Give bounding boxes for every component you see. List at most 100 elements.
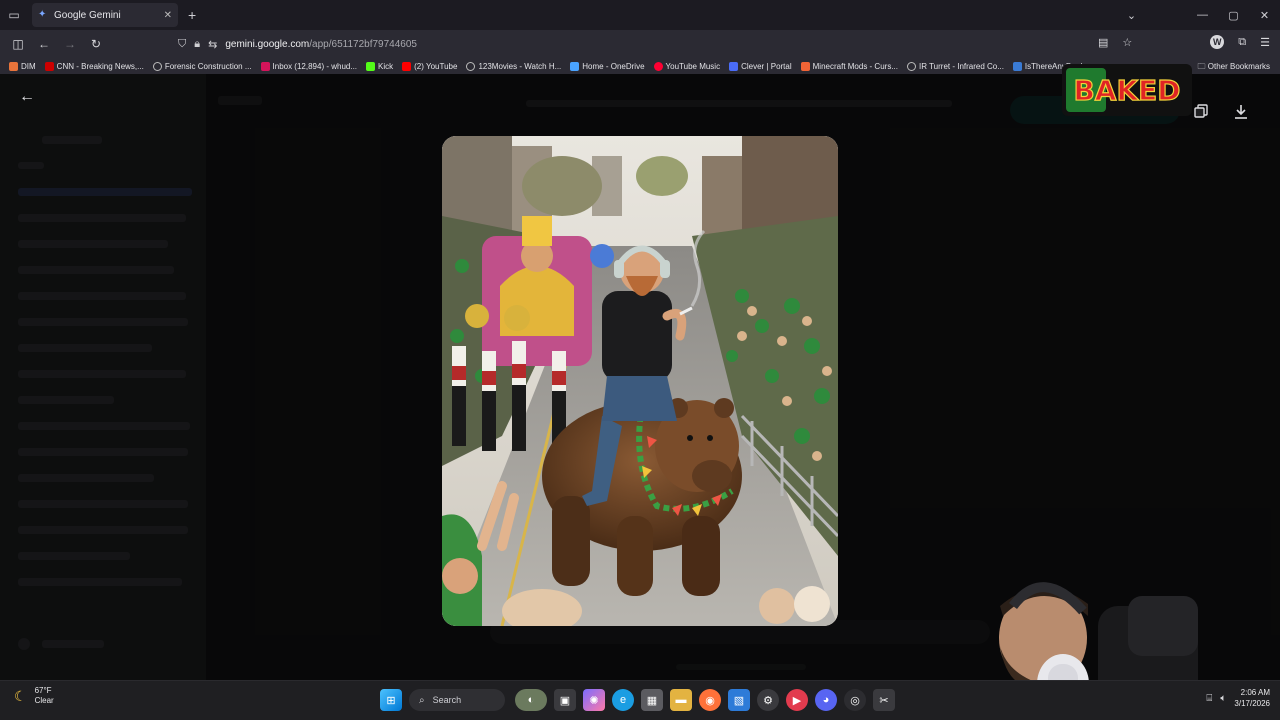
- lock-icon[interactable]: 🔒︎: [194, 38, 200, 51]
- bookmark-label: Home - OneDrive: [582, 61, 645, 71]
- bookmark-item[interactable]: DIM: [9, 61, 36, 71]
- photos-icon[interactable]: ▧: [728, 689, 750, 711]
- browser-nav-bar: ◫ ← → ↻ ⛉ 🔒︎ ⇆ gemini.google.com /app/65…: [0, 30, 1280, 58]
- new-tab-button[interactable]: +: [188, 7, 196, 23]
- bookmark-label: Kick: [378, 61, 394, 71]
- globe-icon: [152, 61, 162, 71]
- weather-desc: Clear: [34, 696, 54, 705]
- shield-icon[interactable]: ⛉: [178, 38, 186, 51]
- windows-start-icon[interactable]: ⊞: [380, 689, 402, 711]
- taskbar-apps: ⊞ ⌕ Search ◐ ▣ ✺ e ▦ ▬ ◉ ▧ ⚙ ▶ ◕ ◎ ✂: [380, 689, 902, 711]
- bookmark-favicon-icon: [366, 61, 376, 71]
- close-window-button[interactable]: ✕: [1249, 9, 1280, 22]
- other-bookmarks[interactable]: 🗀︎ Other Bookmarks: [1198, 61, 1270, 74]
- task-view-icon[interactable]: ▣: [554, 689, 576, 711]
- forward-button[interactable]: →: [58, 37, 82, 51]
- toolbar-right: ▤ ☆ W ⧉ ☰: [1098, 35, 1270, 49]
- system-tray: ⌸ 🔈︎ 2:06 AM 3/17/2026: [1206, 687, 1270, 709]
- bookmark-label: CNN - Breaking News,...: [56, 61, 144, 71]
- download-icon[interactable]: [1234, 104, 1248, 120]
- bookmark-star-icon[interactable]: ☆: [1122, 36, 1132, 49]
- sidebar-icon[interactable]: ◫: [6, 37, 30, 51]
- file-explorer-icon[interactable]: ▬: [670, 689, 692, 711]
- parade-bear-image: [442, 136, 838, 626]
- baked-logo: BAKED: [1062, 64, 1192, 116]
- copy-icon[interactable]: [1194, 104, 1208, 118]
- bookmark-favicon-icon: [9, 61, 18, 71]
- clock-date: 3/17/2026: [1234, 699, 1270, 708]
- folder-icon: 🗀︎: [1197, 62, 1208, 71]
- bookmark-favicon-icon: [729, 61, 739, 71]
- bookmark-item[interactable]: YouTube Music: [653, 61, 721, 71]
- generated-image[interactable]: [442, 136, 838, 626]
- taskbar-search[interactable]: ⌕ Search: [409, 689, 505, 711]
- bookmark-label: (2) YouTube: [414, 61, 458, 71]
- search-icon: ⌕: [419, 694, 425, 706]
- bookmark-favicon-icon: [570, 61, 580, 71]
- bookmark-item[interactable]: Forensic Construction ...: [152, 61, 252, 71]
- screen: ▭ ✦ Google Gemini ✕ + ⌄ — ▢ ✕ ◫ ← → ↻ ⛉ …: [0, 0, 1280, 720]
- bookmark-label: YouTube Music: [665, 61, 721, 71]
- volume-icon[interactable]: 🔈︎: [1220, 693, 1226, 704]
- tab-title: Google Gemini: [54, 9, 121, 21]
- reader-mode-icon[interactable]: ▤: [1098, 36, 1108, 49]
- snipping-tool-icon[interactable]: ✂: [873, 689, 895, 711]
- clock-time: 2:06 AM: [1240, 688, 1270, 697]
- obs-icon[interactable]: ◎: [844, 689, 866, 711]
- close-tab-icon[interactable]: ✕: [164, 10, 172, 21]
- bookmark-item[interactable]: Minecraft Mods - Curs...: [800, 61, 898, 71]
- bookmark-label: Forensic Construction ...: [164, 61, 252, 71]
- bookmark-label: Clever | Portal: [741, 61, 792, 71]
- media-player-icon[interactable]: ▶: [786, 689, 808, 711]
- bookmark-label: DIM: [21, 61, 36, 71]
- bookmark-item[interactable]: IR Turret - Infrared Co...: [907, 61, 1004, 71]
- bookmark-item[interactable]: 123Movies - Watch H...: [466, 61, 562, 71]
- search-label: Search: [432, 695, 462, 705]
- bookmark-label: Inbox (12,894) - whud...: [272, 61, 358, 71]
- clock[interactable]: 2:06 AM 3/17/2026: [1234, 687, 1270, 709]
- list-all-tabs-icon[interactable]: ⌄: [1116, 9, 1147, 22]
- tab-list-icon[interactable]: ▭: [0, 0, 28, 30]
- bookmark-label: IR Turret - Infrared Co...: [919, 61, 1004, 71]
- settings-app-icon[interactable]: ⚙: [757, 689, 779, 711]
- extensions-icon[interactable]: ⧉: [1238, 36, 1246, 49]
- site-permissions-icon[interactable]: ⇆: [208, 38, 217, 51]
- browser-tab-bar: ▭ ✦ Google Gemini ✕ + ⌄ — ▢ ✕: [0, 0, 1280, 30]
- bookmark-item[interactable]: Inbox (12,894) - whud...: [260, 61, 358, 71]
- tab-google-gemini[interactable]: ✦ Google Gemini ✕: [32, 3, 178, 27]
- discord-icon[interactable]: ◕: [815, 689, 837, 711]
- copilot-icon[interactable]: ✺: [583, 689, 605, 711]
- back-button[interactable]: ←: [32, 37, 56, 51]
- store-icon[interactable]: ▦: [641, 689, 663, 711]
- weather-temp: 67°F: [34, 686, 52, 695]
- globe-icon: [907, 61, 916, 71]
- edge-icon[interactable]: e: [612, 689, 634, 711]
- bookmark-item[interactable]: Home - OneDrive: [570, 61, 645, 71]
- svg-text:BAKED: BAKED: [1073, 74, 1180, 107]
- bookmark-favicon-icon: [1012, 61, 1022, 71]
- bookmark-favicon-icon: [44, 61, 54, 71]
- back-arrow-icon[interactable]: ←: [19, 88, 35, 106]
- bookmark-label: 123Movies - Watch H...: [478, 61, 562, 71]
- menu-icon[interactable]: ☰: [1260, 36, 1270, 49]
- bookmark-favicon-icon: [653, 61, 663, 71]
- weather-widget[interactable]: ☾ 67°F Clear: [14, 686, 54, 706]
- bookmark-item[interactable]: Kick: [366, 61, 394, 71]
- address-bar[interactable]: ⛉ 🔒︎ ⇆ gemini.google.com /app/651172bf79…: [178, 33, 1138, 55]
- account-icon[interactable]: W: [1210, 35, 1225, 49]
- firefox-icon[interactable]: ◉: [699, 689, 721, 711]
- network-icon[interactable]: ⌸: [1206, 693, 1212, 704]
- url-path: /app/651172bf79744605: [309, 38, 417, 50]
- taskbar: ☾ 67°F Clear ⊞ ⌕ Search ◐ ▣ ✺ e ▦ ▬ ◉ ▧ …: [0, 680, 1280, 720]
- widget-icon[interactable]: ◐: [515, 689, 547, 711]
- bookmark-item[interactable]: (2) YouTube: [402, 61, 458, 71]
- globe-icon: [466, 61, 476, 71]
- reload-button[interactable]: ↻: [84, 37, 108, 51]
- minimize-button[interactable]: —: [1187, 9, 1218, 21]
- bookmark-label: Minecraft Mods - Curs...: [812, 61, 898, 71]
- bookmark-item[interactable]: CNN - Breaking News,...: [44, 61, 144, 71]
- bookmark-favicon-icon: [260, 61, 270, 71]
- url-host: gemini.google.com: [225, 38, 310, 50]
- maximize-button[interactable]: ▢: [1218, 9, 1249, 22]
- bookmark-item[interactable]: Clever | Portal: [729, 61, 792, 71]
